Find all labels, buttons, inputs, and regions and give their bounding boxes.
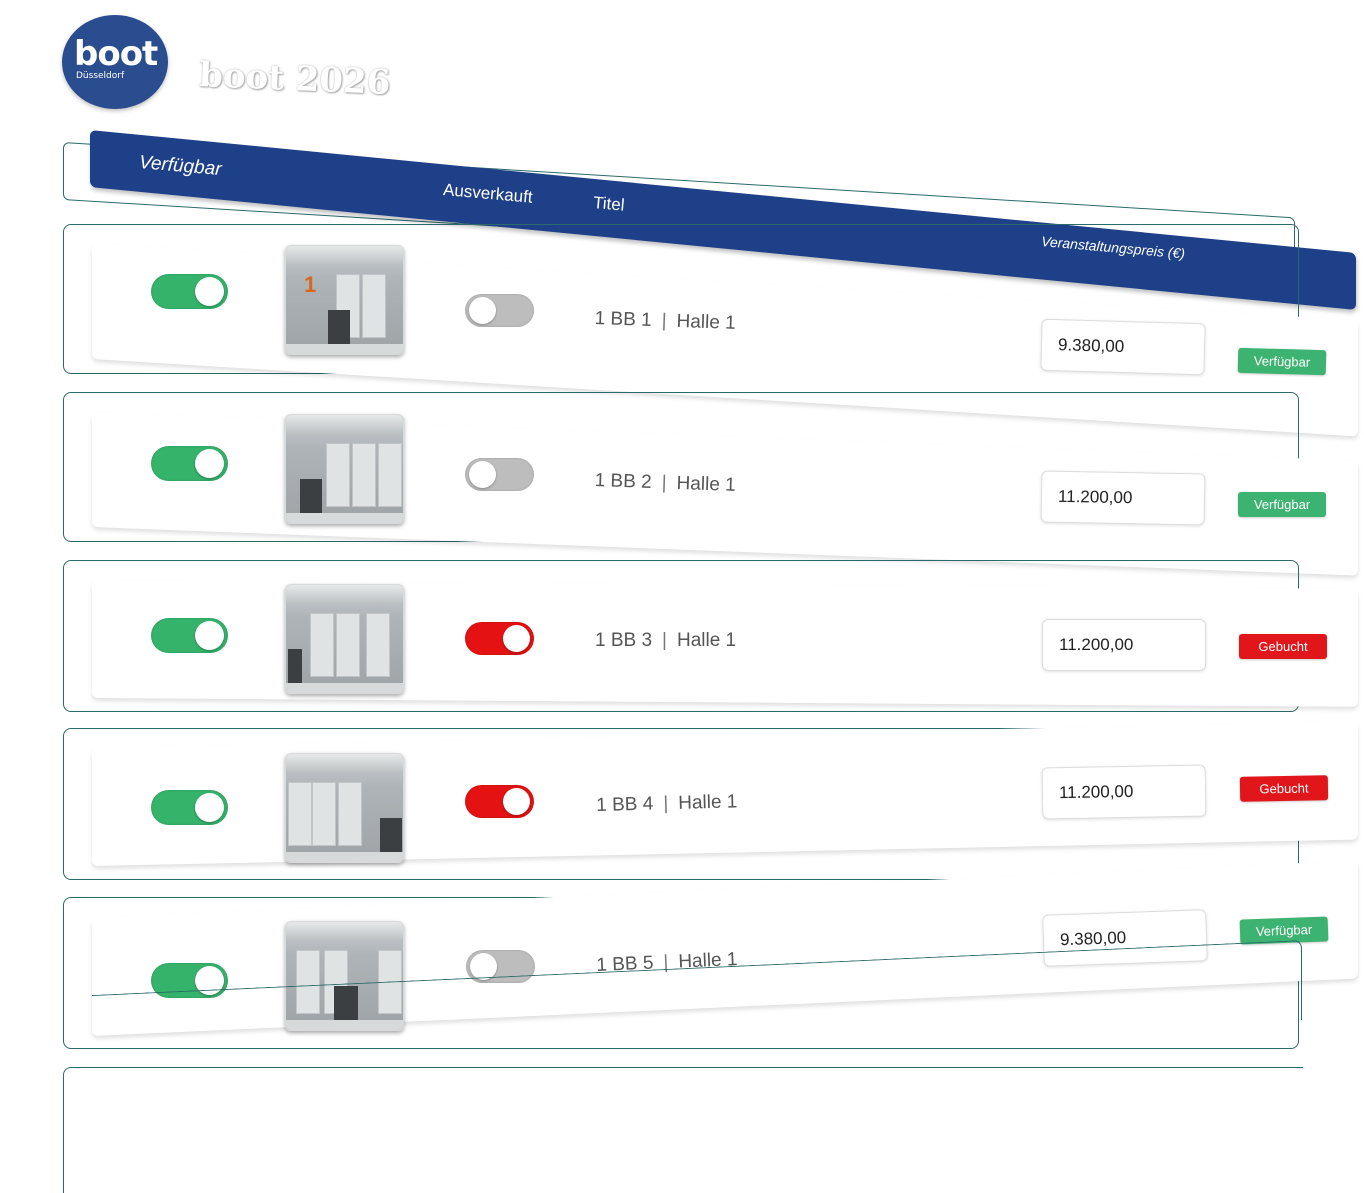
hall-name: Halle 1 xyxy=(677,791,738,814)
status-badge: Verfügbar xyxy=(1237,347,1327,376)
logo-word: boot xyxy=(74,34,158,74)
stand-thumbnail: 1 xyxy=(285,245,404,355)
toggle-knob xyxy=(195,449,224,478)
stand-number-label: 1 xyxy=(304,272,317,297)
toggle-knob xyxy=(469,461,496,488)
price-input[interactable]: 11.200,00 xyxy=(1040,470,1206,526)
toggle-knob xyxy=(195,277,224,306)
price-input[interactable]: 9.380,00 xyxy=(1040,318,1206,376)
status-badge: Gebucht xyxy=(1239,634,1327,659)
toggle-knob xyxy=(503,625,530,652)
status-badge: Gebucht xyxy=(1239,775,1329,802)
hall-name: Halle 1 xyxy=(676,310,737,334)
available-toggle[interactable] xyxy=(151,618,228,653)
hall-name: Halle 1 xyxy=(676,630,737,651)
available-toggle[interactable] xyxy=(151,274,228,309)
price-input[interactable]: 11.200,00 xyxy=(1041,764,1207,820)
header-title: Titel xyxy=(592,193,626,215)
toggle-knob xyxy=(195,621,224,650)
hall-name: Halle 1 xyxy=(676,472,737,496)
available-toggle[interactable] xyxy=(151,446,228,481)
empty-row-frame xyxy=(63,1067,1303,1193)
toggle-knob xyxy=(469,297,496,324)
boot-logo: boot Düsseldorf xyxy=(62,15,168,109)
status-badge: Verfügbar xyxy=(1238,492,1326,517)
sold-out-toggle[interactable] xyxy=(465,622,534,655)
title-separator: | xyxy=(662,630,667,651)
stand-id: 1 BB 3 xyxy=(595,630,653,651)
title-separator: | xyxy=(663,793,669,815)
title-separator: | xyxy=(661,310,667,332)
stand-thumbnail xyxy=(285,753,404,863)
stand-thumbnail xyxy=(285,414,404,524)
logo-subtitle: Düsseldorf xyxy=(76,71,125,81)
stand-id: 1 BB 4 xyxy=(596,793,654,816)
sold-out-toggle[interactable] xyxy=(465,458,534,491)
sold-out-toggle[interactable] xyxy=(465,294,534,327)
title-separator: | xyxy=(661,472,667,494)
toggle-knob xyxy=(503,788,530,815)
screen: boot Düsseldorf boot 2026 Verfügbar Ausv… xyxy=(0,0,1364,1193)
price-input[interactable]: 11.200,00 xyxy=(1042,619,1206,671)
stand-thumbnail xyxy=(285,584,404,694)
available-toggle[interactable] xyxy=(151,790,228,825)
row-title: 1 BB 3 | Halle 1 xyxy=(595,630,736,652)
stand-id: 1 BB 1 xyxy=(594,308,653,331)
page-title: boot 2026 xyxy=(198,55,392,103)
sold-out-toggle[interactable] xyxy=(465,785,534,818)
stand-id: 1 BB 2 xyxy=(594,470,653,493)
row-title: 1 BB 4 | Halle 1 xyxy=(596,791,738,817)
toggle-knob xyxy=(195,793,224,822)
